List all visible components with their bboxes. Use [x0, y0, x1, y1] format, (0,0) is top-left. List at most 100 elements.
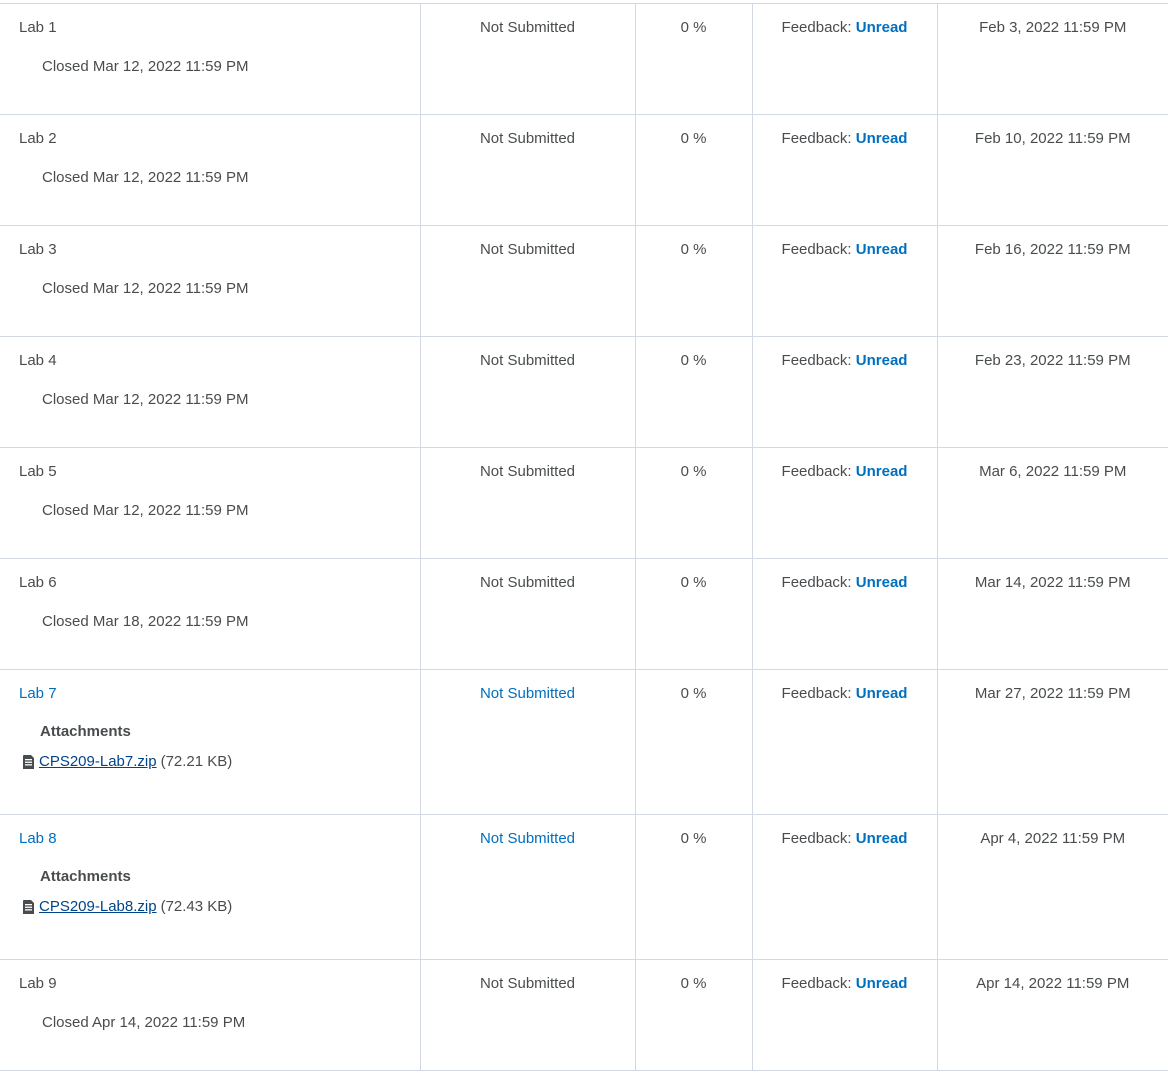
- submission-status-cell: Not Submitted: [419, 114, 635, 226]
- feedback-label: Feedback:: [781, 352, 852, 369]
- submission-status: Not Submitted: [479, 130, 576, 147]
- feedback-label: Feedback:: [781, 975, 852, 992]
- closed-date: Closed Mar 12, 2022 11:59 PM: [42, 502, 249, 519]
- due-date-cell: Feb 10, 2022 11:59 PM: [936, 114, 1168, 226]
- assignment-row: Lab 8 Attachments CPS209-Lab8.zip (72.43…: [0, 814, 1168, 960]
- score: 0 %: [680, 352, 707, 369]
- feedback-cell: Feedback: Unread: [751, 336, 937, 448]
- assignment-row: Lab 9 Closed Apr 14, 2022 11:59 PM Not S…: [0, 959, 1168, 1071]
- score-cell: 0 %: [634, 336, 752, 448]
- submission-status-cell: Not Submitted: [419, 225, 635, 337]
- score-cell: 0 %: [634, 959, 752, 1071]
- score: 0 %: [680, 19, 707, 36]
- feedback-unread-link[interactable]: Unread: [856, 830, 908, 847]
- assignment-row: Lab 6 Closed Mar 18, 2022 11:59 PM Not S…: [0, 558, 1168, 670]
- closed-date: Closed Mar 12, 2022 11:59 PM: [42, 58, 249, 75]
- assignment-name: Lab 1: [19, 19, 57, 36]
- attachment-file-size: (72.43 KB): [160, 898, 233, 915]
- assignment-row: Lab 3 Closed Mar 12, 2022 11:59 PM Not S…: [0, 225, 1168, 337]
- attachments-title: Attachments: [40, 868, 131, 885]
- attachment-file-link[interactable]: CPS209-Lab8.zip: [39, 898, 157, 916]
- assignment-row: Lab 7 Attachments CPS209-Lab7.zip (72.21…: [0, 669, 1168, 815]
- assignment-cell: Lab 5 Closed Mar 12, 2022 11:59 PM: [0, 447, 420, 559]
- assignment-name[interactable]: Lab 8: [0, 815, 420, 848]
- closed-date: Closed Mar 18, 2022 11:59 PM: [42, 613, 249, 630]
- score-cell: 0 %: [634, 3, 752, 115]
- score: 0 %: [680, 241, 707, 258]
- feedback-label: Feedback:: [781, 130, 852, 147]
- score: 0 %: [680, 130, 707, 147]
- score-cell: 0 %: [634, 225, 752, 337]
- score-cell: 0 %: [634, 447, 752, 559]
- assignment-cell: Lab 8 Attachments CPS209-Lab8.zip (72.43…: [0, 814, 420, 960]
- assignment-cell: Lab 7 Attachments CPS209-Lab7.zip (72.21…: [0, 669, 420, 815]
- feedback-unread-link[interactable]: Unread: [856, 463, 908, 480]
- feedback-cell: Feedback: Unread: [751, 959, 937, 1071]
- feedback-unread-link[interactable]: Unread: [856, 352, 908, 369]
- score: 0 %: [680, 685, 707, 702]
- submission-status-cell: Not Submitted: [419, 669, 635, 815]
- score-cell: 0 %: [634, 669, 752, 815]
- feedback-cell: Feedback: Unread: [751, 669, 937, 815]
- feedback-label: Feedback:: [781, 463, 852, 480]
- assignment-row: Lab 2 Closed Mar 12, 2022 11:59 PM Not S…: [0, 114, 1168, 226]
- submission-status-link[interactable]: Not Submitted: [480, 830, 575, 847]
- feedback-unread-link[interactable]: Unread: [856, 241, 908, 258]
- score: 0 %: [680, 463, 707, 480]
- assignment-row: Lab 1 Closed Mar 12, 2022 11:59 PM Not S…: [0, 3, 1168, 115]
- assignment-cell: Lab 9 Closed Apr 14, 2022 11:59 PM: [0, 959, 420, 1071]
- submission-status-cell: Not Submitted: [419, 814, 635, 960]
- feedback-label: Feedback:: [781, 830, 852, 847]
- submission-status: Not Submitted: [479, 463, 576, 480]
- due-date: Apr 14, 2022 11:59 PM: [976, 975, 1130, 992]
- feedback-label: Feedback:: [781, 685, 852, 702]
- feedback-unread-link[interactable]: Unread: [856, 685, 908, 702]
- assignment-name: Lab 6: [19, 574, 57, 591]
- attachment-file-size: (72.21 KB): [160, 753, 233, 770]
- feedback-cell: Feedback: Unread: [751, 558, 937, 670]
- feedback-cell: Feedback: Unread: [751, 3, 937, 115]
- assignment-name: Lab 4: [19, 352, 57, 369]
- closed-date: Closed Mar 12, 2022 11:59 PM: [42, 280, 249, 297]
- assignment-cell: Lab 6 Closed Mar 18, 2022 11:59 PM: [0, 558, 420, 670]
- assignment-row: Lab 4 Closed Mar 12, 2022 11:59 PM Not S…: [0, 336, 1168, 448]
- submission-status-link[interactable]: Not Submitted: [480, 685, 575, 702]
- submission-status-cell: Not Submitted: [419, 447, 635, 559]
- due-date: Feb 23, 2022 11:59 PM: [974, 352, 1131, 369]
- score-cell: 0 %: [634, 558, 752, 670]
- feedback-label: Feedback:: [781, 19, 852, 36]
- score: 0 %: [680, 574, 707, 591]
- document-icon: [23, 900, 34, 914]
- score: 0 %: [680, 975, 707, 992]
- assignments-table-body: Lab 1 Closed Mar 12, 2022 11:59 PM Not S…: [0, 3, 1168, 1071]
- assignment-name: Lab 5: [19, 463, 57, 480]
- assignment-name: Lab 2: [19, 130, 57, 147]
- feedback-unread-link[interactable]: Unread: [856, 574, 908, 591]
- assignment-row: Lab 5 Closed Mar 12, 2022 11:59 PM Not S…: [0, 447, 1168, 559]
- document-icon: [23, 755, 34, 769]
- feedback-unread-link[interactable]: Unread: [856, 975, 908, 992]
- feedback-cell: Feedback: Unread: [751, 447, 937, 559]
- feedback-cell: Feedback: Unread: [751, 114, 937, 226]
- assignment-name: Lab 3: [19, 241, 57, 258]
- attachment-file-link[interactable]: CPS209-Lab7.zip: [39, 753, 157, 771]
- submission-status: Not Submitted: [479, 574, 576, 591]
- closed-date: Closed Mar 12, 2022 11:59 PM: [42, 391, 249, 408]
- attachments-title: Attachments: [40, 723, 131, 740]
- assignment-cell: Lab 1 Closed Mar 12, 2022 11:59 PM: [0, 3, 420, 115]
- due-date: Feb 3, 2022 11:59 PM: [979, 19, 1127, 36]
- due-date-cell: Feb 3, 2022 11:59 PM: [936, 3, 1168, 115]
- submission-status: Not Submitted: [479, 19, 576, 36]
- feedback-cell: Feedback: Unread: [751, 225, 937, 337]
- due-date-cell: Feb 23, 2022 11:59 PM: [936, 336, 1168, 448]
- assignments-table: Lab 1 Closed Mar 12, 2022 11:59 PM Not S…: [0, 3, 1168, 1071]
- feedback-unread-link[interactable]: Unread: [856, 130, 908, 147]
- assignment-name: Lab 9: [19, 975, 57, 992]
- attachment-item: CPS209-Lab7.zip (72.21 KB): [0, 741, 420, 771]
- assignment-name[interactable]: Lab 7: [0, 670, 420, 703]
- score-cell: 0 %: [634, 114, 752, 226]
- due-date: Mar 6, 2022 11:59 PM: [979, 463, 1127, 480]
- feedback-unread-link[interactable]: Unread: [856, 19, 908, 36]
- submission-status: Not Submitted: [479, 241, 576, 258]
- closed-date: Closed Mar 12, 2022 11:59 PM: [42, 169, 249, 186]
